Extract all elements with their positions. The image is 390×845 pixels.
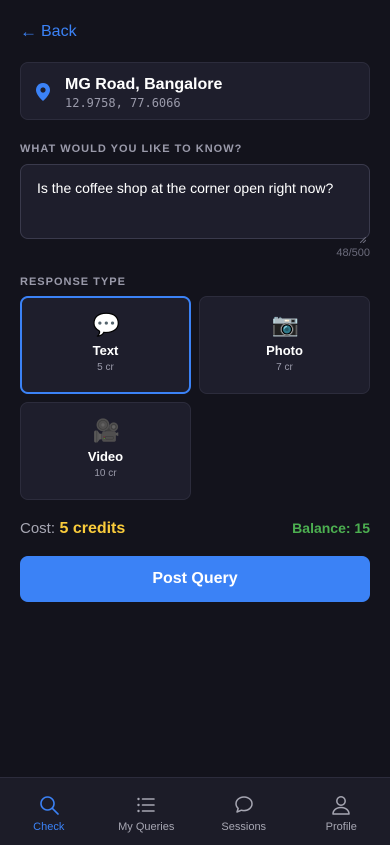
cost-label: Cost: — [20, 520, 55, 537]
tab-sessions[interactable]: Sessions — [195, 778, 293, 845]
cost-value: 5 credits — [59, 520, 125, 537]
post-query-button[interactable]: Post Query — [20, 556, 370, 602]
response-type-label: Text — [22, 343, 189, 358]
tab-label: My Queries — [118, 821, 174, 833]
location-card: MG Road, Bangalore 12.9758, 77.6066 — [20, 62, 370, 120]
tab-label: Profile — [326, 821, 357, 833]
cost-row: Cost: 5 credits Balance: 15 — [20, 520, 370, 538]
video-camera-icon: 🎥 — [93, 419, 119, 443]
character-count: 48/500 — [336, 247, 370, 259]
bottom-tab-bar: Check My Queries Sessions Profile — [0, 777, 390, 845]
response-type-label: Photo — [200, 343, 369, 358]
resize-handle-icon[interactable] — [360, 229, 366, 235]
back-link[interactable]: ← Back — [20, 22, 77, 42]
question-section-label: WHAT WOULD YOU LIKE TO KNOW? — [20, 143, 242, 155]
arrow-left-icon: ← — [20, 22, 37, 42]
speech-bubble-icon: 💬 — [93, 313, 119, 337]
person-icon — [330, 794, 352, 816]
balance-value: Balance: 15 — [292, 520, 370, 536]
location-name: MG Road, Bangalore — [65, 76, 222, 94]
tab-label: Check — [33, 821, 64, 833]
location-coordinates: 12.9758, 77.6066 — [65, 96, 181, 110]
response-type-photo-option[interactable]: 📷 Photo 7 cr — [199, 296, 370, 394]
camera-icon: 📷 — [272, 313, 298, 337]
response-type-text-option[interactable]: 💬 Text 5 cr — [20, 296, 191, 394]
response-type-cost: 10 cr — [21, 468, 190, 479]
response-type-cost: 7 cr — [200, 362, 369, 373]
tab-label: Sessions — [221, 821, 266, 833]
tab-check[interactable]: Check — [0, 778, 98, 845]
cost-summary: Cost: 5 credits — [20, 520, 125, 538]
map-pin-icon — [36, 83, 50, 106]
tab-profile[interactable]: Profile — [293, 778, 390, 845]
back-label: Back — [41, 23, 77, 41]
tab-my-queries[interactable]: My Queries — [98, 778, 196, 845]
response-type-label: Video — [21, 449, 190, 464]
chat-bubbles-icon — [233, 794, 255, 816]
list-icon — [135, 794, 157, 816]
response-type-section-label: RESPONSE TYPE — [20, 276, 126, 288]
response-type-cost: 5 cr — [22, 362, 189, 373]
question-input[interactable]: Is the coffee shop at the corner open ri… — [20, 164, 370, 239]
response-type-video-option[interactable]: 🎥 Video 10 cr — [20, 402, 191, 500]
question-text: Is the coffee shop at the corner open ri… — [37, 180, 333, 196]
search-icon — [38, 794, 60, 816]
